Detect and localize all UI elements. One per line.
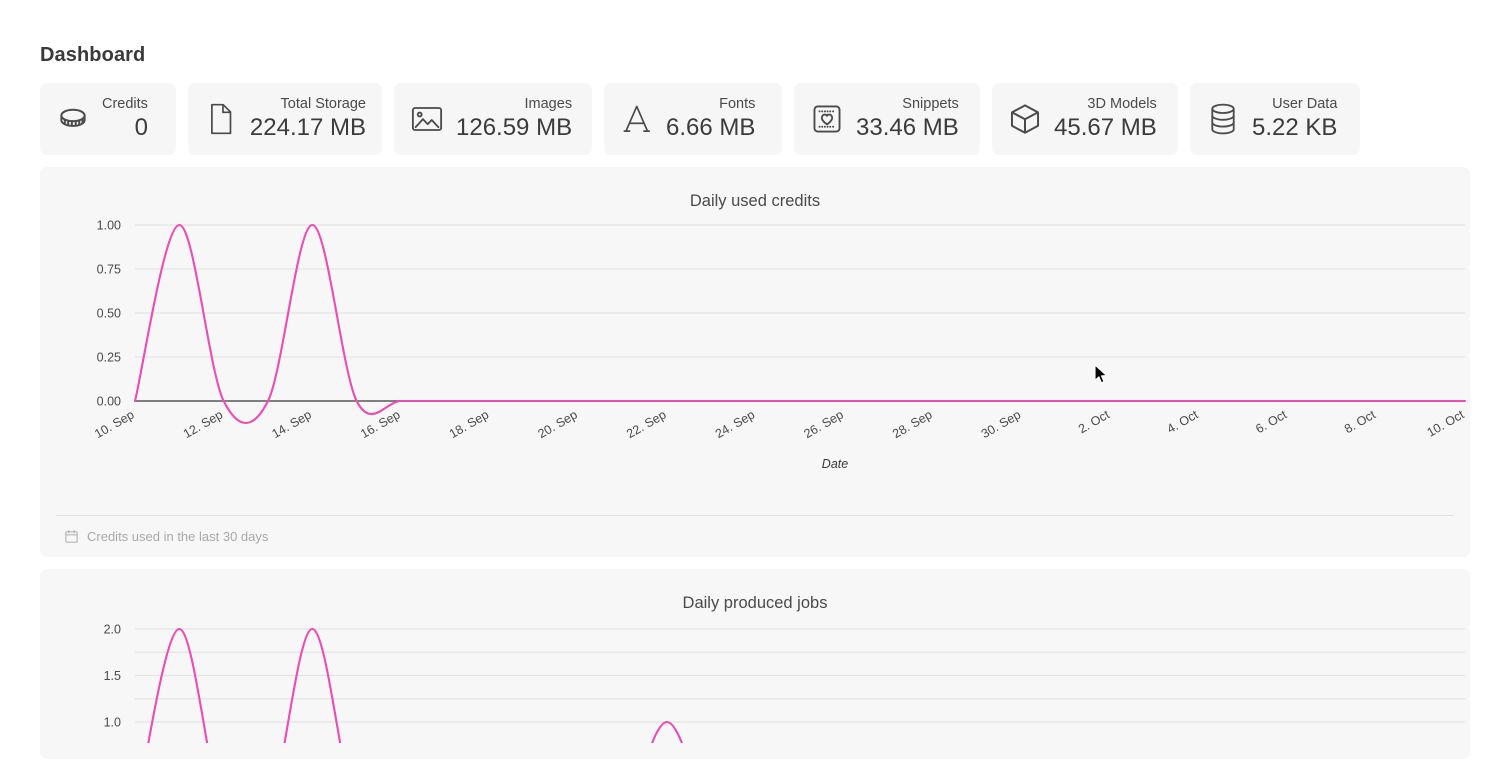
coins-icon [54, 100, 92, 138]
chart-svg-jobs: 1.0 1.5 2.0 [104, 623, 1465, 743]
stat-label: Fonts [719, 96, 756, 112]
stat-text-credits: Credits 0 [102, 96, 148, 142]
image-icon [408, 100, 446, 138]
stat-label: User Data [1272, 96, 1338, 112]
chart-title: Daily produced jobs [682, 594, 828, 612]
chart-title: Daily used credits [689, 192, 821, 210]
stat-card-total-storage[interactable]: Total Storage 224.17 MB [188, 83, 382, 155]
stat-value: 224.17 MB [249, 114, 366, 141]
snippet-icon [808, 100, 846, 138]
stat-card-3d-models[interactable]: 3D Models 45.67 MB [992, 83, 1178, 155]
stat-text-images: Images 126.59 MB [456, 96, 572, 142]
svg-text:20. Sep: 20. Sep [536, 407, 580, 441]
cube-icon [1006, 100, 1044, 138]
svg-text:4. Oct: 4. Oct [1165, 407, 1201, 436]
svg-text:1.00: 1.00 [97, 219, 121, 233]
svg-text:0.50: 0.50 [97, 307, 121, 321]
stat-value: 0 [134, 114, 148, 141]
svg-text:10. Oct: 10. Oct [1425, 407, 1467, 440]
panel-daily-used-credits: Daily used credits 0.00 0.25 0.50 0.75 1.00 … [40, 167, 1470, 557]
svg-text:0.75: 0.75 [97, 263, 121, 277]
svg-text:0.00: 0.00 [97, 395, 121, 409]
stat-label: Total Storage [280, 96, 366, 112]
svg-text:Date: Date [822, 457, 848, 471]
svg-text:24. Sep: 24. Sep [713, 407, 757, 441]
stat-label: Credits [102, 96, 148, 112]
stat-value: 5.22 KB [1252, 114, 1338, 141]
stat-label: 3D Models [1087, 96, 1157, 112]
chart-svg-credits: 0.00 0.25 0.50 0.75 1.00 10. Sep 12. Sep 14. S… [92, 219, 1467, 472]
stat-card-user-data[interactable]: User Data 5.22 KB [1190, 83, 1360, 155]
svg-text:8. Oct: 8. Oct [1342, 407, 1378, 436]
stat-text-fonts: Fonts 6.66 MB [666, 96, 755, 142]
calendar-icon [64, 529, 79, 544]
svg-text:2.0: 2.0 [104, 623, 121, 637]
stat-value: 45.67 MB [1054, 114, 1157, 141]
chart-daily-used-credits[interactable]: 0.00 0.25 0.50 0.75 1.00 10. Sep 12. Sep 14. S… [40, 211, 1470, 516]
stat-card-credits[interactable]: Credits 0 [40, 83, 176, 155]
stat-card-fonts[interactable]: Fonts 6.66 MB [604, 83, 782, 155]
stat-value: 6.66 MB [666, 114, 756, 141]
stat-card-images[interactable]: Images 126.59 MB [394, 83, 592, 155]
stat-label: Images [524, 96, 573, 112]
page-title: Dashboard [40, 44, 146, 66]
svg-text:28. Sep: 28. Sep [890, 407, 934, 441]
stat-text-user-data: User Data 5.22 KB [1252, 96, 1337, 142]
svg-text:2. Oct: 2. Oct [1076, 407, 1112, 436]
svg-text:30. Sep: 30. Sep [979, 407, 1023, 441]
svg-text:0.25: 0.25 [97, 351, 121, 365]
svg-text:6. Oct: 6. Oct [1253, 407, 1289, 436]
panel-footer-text: Credits used in the last 30 days [87, 528, 269, 544]
database-icon [1204, 100, 1242, 138]
svg-text:12. Sep: 12. Sep [181, 407, 225, 441]
stat-cards-row: Credits 0 Total Storage 224.17 MB Images… [40, 83, 1470, 155]
stat-label: Snippets [902, 96, 959, 112]
file-icon [202, 100, 240, 138]
stat-value: 33.46 MB [856, 114, 959, 141]
font-icon [618, 100, 656, 138]
panel-daily-produced-jobs: Daily produced jobs 1.0 1.5 2.0 [40, 569, 1470, 759]
stat-text-3d-models: 3D Models 45.67 MB [1054, 96, 1157, 142]
stat-card-snippets[interactable]: Snippets 33.46 MB [794, 83, 980, 155]
stat-text-total-storage: Total Storage 224.17 MB [250, 96, 366, 142]
stat-value: 126.59 MB [456, 114, 573, 141]
svg-text:18. Sep: 18. Sep [447, 407, 491, 441]
svg-text:22. Sep: 22. Sep [624, 407, 668, 441]
svg-text:14. Sep: 14. Sep [270, 407, 314, 441]
svg-text:1.0: 1.0 [104, 716, 121, 730]
chart-daily-produced-jobs[interactable]: 1.0 1.5 2.0 [40, 613, 1470, 743]
svg-text:26. Sep: 26. Sep [802, 407, 846, 441]
dashboard-page: Dashboard Credits 0 Total Storage 224.17… [0, 0, 1510, 761]
panel-footer-credits: Credits used in the last 30 days [56, 515, 1454, 557]
svg-text:1.5: 1.5 [104, 669, 121, 683]
stat-text-snippets: Snippets 33.46 MB [856, 96, 959, 142]
svg-text:10. Sep: 10. Sep [92, 407, 136, 441]
